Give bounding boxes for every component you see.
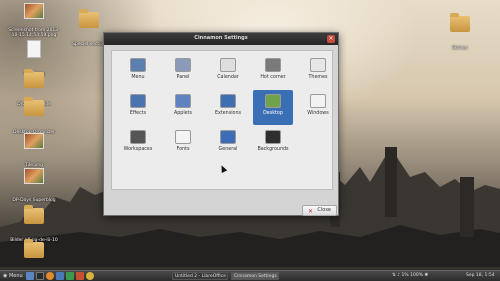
settings-item-hot-corner[interactable]: Hot corner	[253, 54, 293, 89]
hot-corner-icon	[265, 58, 281, 72]
panel-icon	[175, 58, 191, 72]
themes-icon	[310, 58, 326, 72]
desktop-icon-label: Screenshot from 2013-10-15 14:54:59.png	[8, 27, 60, 38]
desktop-icon-item[interactable]: Tile.png	[5, 133, 63, 170]
window-title: Cinnamon Settings	[194, 35, 248, 41]
folder-icon	[24, 205, 44, 224]
desktop-icon-item[interactable]: Bilder på pg-de-lö-10	[5, 205, 63, 245]
effects-icon	[130, 94, 146, 108]
folder-icon	[24, 69, 44, 88]
image-file-icon	[24, 133, 44, 149]
task-label: Cinnamon Settings	[234, 274, 277, 279]
settings-item-label: Extensions	[214, 111, 242, 116]
settings-item-workspaces[interactable]: Workspaces	[118, 126, 158, 161]
fonts-icon	[175, 130, 191, 144]
desktop-icon-label: Speciel section	[72, 42, 106, 47]
settings-item-label: Hot corner	[260, 75, 286, 80]
desktop-icon-item[interactable]: DP-Days Superblog	[5, 168, 63, 205]
clock-text: Sep 18, 1:54	[466, 273, 495, 278]
clock-icon	[220, 58, 236, 72]
settings-item-label: Menu	[131, 75, 145, 80]
extensions-icon	[220, 94, 236, 108]
impress-launcher-icon[interactable]	[76, 272, 84, 280]
panel-menu-icon: ◉	[3, 273, 8, 279]
close-icon: ✕	[308, 208, 314, 215]
desktop-icon-item[interactable]: Desktop Organizer	[5, 97, 63, 137]
window-titlebar[interactable]: Cinnamon Settings ×	[104, 33, 338, 45]
folder-icon	[450, 13, 470, 32]
desktop-icon-item[interactable]: Screenshot from 2013-10-15 14:54:59.png	[5, 3, 63, 40]
desktop-icon-label: Skriver	[452, 46, 468, 51]
settings-item-windows[interactable]: Windows	[298, 90, 338, 125]
calc-launcher-icon[interactable]	[66, 272, 74, 280]
settings-item-calendar[interactable]: Calendar	[208, 54, 248, 89]
image-file-icon	[24, 168, 44, 184]
file-manager-launcher-icon[interactable]	[26, 272, 34, 280]
settings-item-label: General	[218, 147, 238, 152]
settings-item-label: Effects	[129, 111, 147, 116]
windows-icon	[310, 94, 326, 108]
settings-item-extensions[interactable]: Extensions	[208, 90, 248, 125]
document-file-icon	[27, 40, 41, 58]
bottom-panel: ◉ Menu Untitled 2 - LibreOffice Cinnamon…	[0, 270, 500, 281]
settings-item-label: Windows	[307, 111, 329, 116]
folder-icon	[24, 239, 44, 258]
chrome-launcher-icon[interactable]	[86, 272, 94, 280]
folder-icon	[79, 9, 99, 28]
terminal-launcher-icon[interactable]	[36, 272, 44, 280]
backgrounds-icon	[265, 130, 281, 144]
desktop-icon-item[interactable]: Skriver	[431, 13, 489, 53]
settings-item-effects[interactable]: Effects	[118, 90, 158, 125]
applets-icon	[175, 94, 191, 108]
settings-item-panel[interactable]: Panel	[163, 54, 203, 89]
network-icon[interactable]: ⇅	[392, 273, 396, 278]
settings-item-desktop[interactable]: Desktop	[253, 90, 293, 125]
settings-item-themes[interactable]: Themes	[298, 54, 338, 89]
cinnamon-settings-window: Cinnamon Settings × Menu Panel Calendar Hot…	[103, 32, 339, 216]
desktop-icon	[265, 94, 281, 108]
panel-menu-button[interactable]: ◉ Menu	[3, 272, 23, 280]
general-icon	[220, 130, 236, 144]
browser-launcher-icon[interactable]	[46, 272, 54, 280]
settings-item-fonts[interactable]: Fonts	[163, 126, 203, 161]
folder-icon	[24, 97, 44, 116]
settings-item-backgrounds[interactable]: Backgrounds	[253, 126, 293, 161]
volume-icon[interactable]: ♪	[397, 273, 400, 278]
task-label: Untitled 2 - LibreOffice	[175, 274, 226, 279]
close-button-label: Close	[317, 207, 331, 213]
panel-clock[interactable]: Sep 18, 1:54	[466, 272, 495, 280]
bluetooth-icon[interactable]: ✱	[424, 273, 428, 278]
settings-item-label: Desktop	[263, 111, 283, 116]
settings-item-label: Themes	[308, 75, 328, 80]
settings-item-label: Workspaces	[123, 147, 153, 152]
close-button[interactable]: ✕ Close	[302, 205, 337, 216]
settings-item-label: Applets	[173, 111, 193, 116]
menu-icon	[130, 58, 146, 72]
panel-menu-label: Menu	[8, 273, 23, 279]
taskbar-item-cinnamon-settings[interactable]: Cinnamon Settings	[231, 272, 279, 280]
settings-item-label: Backgrounds	[257, 147, 289, 152]
settings-item-general[interactable]: General	[208, 126, 248, 161]
window-close-icon[interactable]: ×	[327, 35, 335, 43]
taskbar-item-libreoffice[interactable]: Untitled 2 - LibreOffice	[172, 272, 228, 280]
tray-status: ⇅ ♪ 1% 100% ✱	[392, 272, 428, 280]
tray-text: 1% 100%	[401, 273, 423, 278]
desktop-icon-label: DP-Days Superblog	[12, 198, 56, 203]
settings-item-label: Panel	[176, 75, 190, 80]
settings-item-menu[interactable]: Menu	[118, 54, 158, 89]
workspaces-icon	[130, 130, 146, 144]
settings-item-applets[interactable]: Applets	[163, 90, 203, 125]
writer-launcher-icon[interactable]	[56, 272, 64, 280]
settings-item-label: Calendar	[217, 75, 239, 80]
settings-item-label: Fonts	[176, 147, 190, 152]
image-file-icon	[24, 3, 44, 19]
